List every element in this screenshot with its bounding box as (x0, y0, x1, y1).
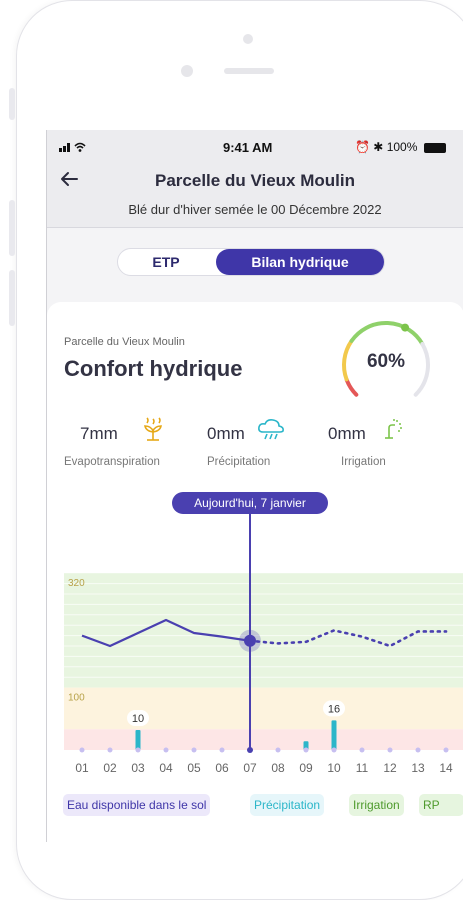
app-screen: 9:41 AM ⏰ ✱ 100% Parcelle du Vieux Mouli… (46, 130, 463, 842)
day-dot (107, 747, 113, 753)
metric-value-evapotranspiration: 7mm (80, 424, 118, 443)
gauge-segment-low (344, 377, 359, 397)
precipitation-bar (331, 720, 337, 750)
front-sensor (181, 65, 193, 77)
metric-label-irrigation: Irrigation (341, 456, 386, 468)
legend-soil-water[interactable]: Eau disponible dans le sol (63, 794, 211, 816)
day-dot (443, 747, 449, 753)
tab-etp[interactable]: ETP (118, 249, 214, 275)
metric-value-precipitation: 0mm (207, 424, 245, 443)
day-dot (275, 747, 281, 753)
x-tick-label: 03 (131, 761, 145, 774)
x-tick-label: 06 (215, 761, 229, 774)
today-label: Aujourd'hui, 7 janvier (194, 496, 306, 510)
x-tick-label: 13 (411, 761, 425, 774)
evapotranspiration-icon (141, 416, 165, 447)
day-dot (79, 747, 85, 753)
day-dot (331, 747, 337, 753)
water-balance-card: Parcelle du Vieux Moulin Confort hydriqu… (47, 302, 463, 842)
y-tick-label: 320 (68, 578, 85, 589)
today-dot (247, 747, 253, 753)
page-subtitle: Blé dur d'hiver semée le 00 Décembre 202… (128, 202, 382, 217)
sprinkler-icon (379, 418, 403, 445)
view-toggle: ETP Bilan hydrique (117, 248, 385, 276)
gauge-marker (401, 323, 410, 332)
card-title: Confort hydrique (64, 356, 243, 381)
x-tick-label: 12 (383, 761, 397, 774)
status-time: 9:41 AM (223, 140, 273, 155)
x-tick-label: 09 (299, 761, 313, 774)
legend-precipitation[interactable]: Précipitation (250, 794, 325, 816)
day-dot (163, 747, 169, 753)
x-tick-label: 04 (159, 761, 173, 774)
speaker-grille (224, 68, 274, 74)
zone-band-0 (64, 573, 463, 688)
day-dot (191, 747, 197, 753)
side-button (9, 88, 15, 120)
day-dot (219, 747, 225, 753)
status-bar: 9:41 AM ⏰ ✱ 100% (47, 130, 463, 164)
x-tick-label: 11 (356, 761, 369, 774)
metric-label-evapotranspiration: Evapotranspiration (64, 456, 160, 468)
metric-value-irrigation: 0mm (328, 424, 366, 443)
rain-cloud-icon (257, 418, 285, 445)
tab-bilan-hydrique[interactable]: Bilan hydrique (216, 249, 384, 275)
x-tick-label: 10 (327, 761, 341, 774)
x-tick-label: 02 (103, 761, 117, 774)
gauge-segment-high (349, 321, 425, 346)
parcel-label: Parcelle du Vieux Moulin (64, 336, 185, 348)
zone-band-1 (64, 687, 463, 730)
y-tick-label: 100 (68, 693, 85, 704)
battery-percent: 100% (386, 140, 418, 154)
alarm-icon: ⏰ (355, 140, 370, 154)
camera (243, 34, 253, 44)
status-right: ⏰ ✱ 100% (355, 140, 446, 154)
precipitation-bar (135, 730, 141, 750)
day-dot (135, 747, 141, 753)
bluetooth-icon: ✱ (373, 140, 384, 154)
x-tick-label: 08 (271, 761, 285, 774)
x-tick-label: 07 (243, 761, 257, 774)
volume-up-button (9, 200, 15, 256)
legend-rp[interactable]: RP (419, 794, 463, 816)
today-point (244, 634, 256, 647)
signal-icon (59, 140, 89, 155)
x-tick-label: 01 (75, 761, 89, 774)
water-balance-chart[interactable]: 320 100 10 16 01 02 03 04 05 06 07 08 09 10 11 12 13 14 Au… (64, 492, 463, 774)
day-dot (303, 747, 309, 753)
battery-icon (423, 142, 446, 153)
day-dot (359, 747, 365, 753)
x-tick-label: 05 (187, 761, 201, 774)
volume-down-button (9, 270, 15, 326)
day-dot (415, 747, 421, 753)
day-dot (387, 747, 393, 753)
zone-band-2 (64, 729, 463, 750)
page-header: Parcelle du Vieux Moulin Blé dur d'hiver… (47, 164, 463, 228)
metric-label-precipitation: Précipitation (207, 456, 271, 468)
precipitation-label: 10 (132, 713, 144, 725)
gauge-value: 60% (366, 351, 406, 372)
page-title: Parcelle du Vieux Moulin (155, 171, 355, 190)
x-tick-label: 14 (439, 761, 453, 774)
precipitation-label: 16 (328, 703, 340, 715)
legend-irrigation[interactable]: Irrigation (349, 794, 404, 816)
